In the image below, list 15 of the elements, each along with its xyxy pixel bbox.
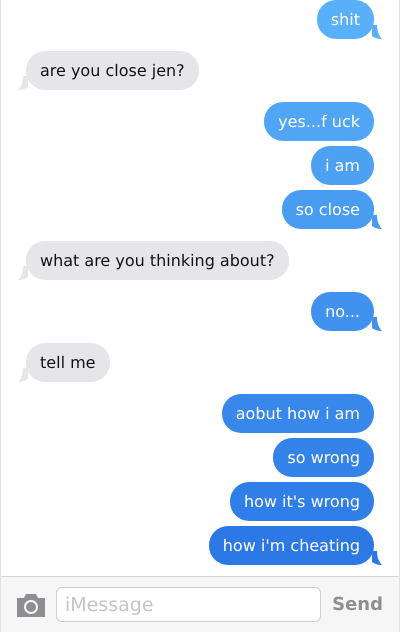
message-bubble: yes...f uck [264, 102, 374, 141]
message-bubble: so wrong [273, 438, 374, 477]
message-bubble: tell me [26, 343, 110, 382]
send-button[interactable]: Send [330, 594, 385, 615]
message-bubble: aobut how i am [222, 394, 374, 433]
message-bubble: so close [282, 190, 374, 229]
message-bubble: are you close jen? [26, 51, 199, 90]
camera-icon[interactable] [15, 592, 47, 618]
message-bubble: how i'm cheating [208, 526, 374, 565]
message-bubble: how it's wrong [230, 482, 374, 521]
message-bubble: shit [316, 0, 374, 39]
message-field[interactable]: iMessage [56, 587, 322, 622]
message-bubble: no... [311, 292, 374, 331]
message-bubble: what are you thinking about? [26, 241, 289, 280]
message-bubble: i am [311, 146, 374, 185]
